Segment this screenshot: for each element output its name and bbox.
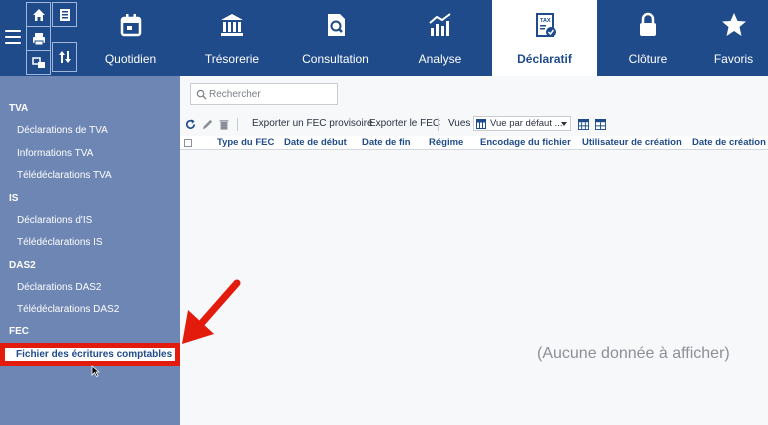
refresh-icon[interactable] <box>183 117 197 131</box>
nav-consultation[interactable]: Consultation <box>283 0 388 76</box>
toolbar: Exporter un FEC provisoire Exporter le F… <box>180 114 768 134</box>
column-encodage[interactable]: Encodage du fichier <box>480 137 571 148</box>
nav-cloture[interactable]: Clôture <box>597 0 699 76</box>
column-date-creation[interactable]: Date de création <box>692 137 766 148</box>
sidebar-item-label: Fichier des écritures comptables <box>16 349 173 360</box>
annotation-arrow-icon <box>182 279 241 344</box>
delete-icon[interactable] <box>217 117 231 131</box>
grid-header: Type du FEC Date de début Date de fin Ré… <box>180 136 768 150</box>
search-input[interactable] <box>209 88 334 100</box>
star-icon <box>720 10 748 40</box>
save-view-icon[interactable] <box>576 117 590 131</box>
sidebar-item-teledeclarations-tva[interactable]: Télédéclarations TVA <box>17 170 112 181</box>
main-nav: Quotidien Trésorerie Consultation Analys… <box>80 0 768 76</box>
toolbar-divider <box>237 118 238 131</box>
export-fec-button[interactable]: Exporter le FEC <box>369 118 440 129</box>
nav-label: Analyse <box>418 52 462 66</box>
edit-icon[interactable] <box>200 117 214 131</box>
nav-tresorerie[interactable]: Trésorerie <box>181 0 283 76</box>
export-provisional-fec-button[interactable]: Exporter un FEC provisoire <box>252 118 373 129</box>
menu-icon[interactable] <box>2 26 24 48</box>
column-date-debut[interactable]: Date de début <box>284 137 347 148</box>
sidebar-section-title: IS <box>9 193 19 204</box>
sidebar: TVA Déclarations de TVA Informations TVA… <box>0 76 180 425</box>
home-icon[interactable] <box>26 2 51 27</box>
app-window: Quotidien Trésorerie Consultation Analys… <box>0 0 768 425</box>
column-type-fec[interactable]: Type du FEC <box>217 137 274 148</box>
nav-label: Déclaratif <box>517 52 572 66</box>
quick-tools <box>0 0 80 76</box>
tax-document-icon: TAX <box>531 10 559 40</box>
toolbar-divider <box>438 118 439 131</box>
manage-views-icon[interactable] <box>593 117 607 131</box>
chart-icon <box>426 10 454 40</box>
lock-icon <box>634 10 662 40</box>
bank-icon <box>218 10 246 40</box>
nav-label: Trésorerie <box>204 52 260 66</box>
sidebar-item-teledeclarations-das2[interactable]: Télédéclarations DAS2 <box>17 304 119 315</box>
search-icon <box>196 89 207 100</box>
mouse-cursor-icon <box>91 365 100 377</box>
nav-declaratif[interactable]: TAX Déclaratif <box>492 0 597 76</box>
sidebar-item-declarations-is[interactable]: Déclarations d'IS <box>17 215 92 226</box>
nav-label: Favoris <box>713 52 754 66</box>
empty-state-message: (Aucune donnée à afficher) <box>537 345 730 362</box>
views-selected-value: Vue par défaut ... <box>490 118 563 129</box>
column-utilisateur[interactable]: Utilisateur de création <box>582 137 682 148</box>
svg-text:TAX: TAX <box>540 18 551 24</box>
grid-view-icon <box>476 118 486 129</box>
sidebar-item-declarations-das2[interactable]: Déclarations DAS2 <box>17 282 101 293</box>
nav-label: Quotidien <box>104 52 157 66</box>
search-box <box>190 83 338 105</box>
sidebar-section-title: FEC <box>9 326 29 337</box>
nav-label: Clôture <box>628 52 668 66</box>
calendar-icon <box>117 10 145 40</box>
nav-favoris[interactable]: Favoris <box>699 0 768 76</box>
nav-analyse[interactable]: Analyse <box>388 0 492 76</box>
top-bar: Quotidien Trésorerie Consultation Analys… <box>0 0 768 76</box>
column-date-fin[interactable]: Date de fin <box>362 137 411 148</box>
switch-company-icon[interactable] <box>26 50 51 75</box>
column-regime[interactable]: Régime <box>429 137 463 148</box>
document-search-icon <box>322 10 350 40</box>
views-label: Vues <box>448 118 471 129</box>
sidebar-item-teledeclarations-is[interactable]: Télédéclarations IS <box>17 237 103 248</box>
nav-label: Consultation <box>302 52 369 66</box>
sidebar-item-fec[interactable]: Fichier des écritures comptables <box>0 343 180 366</box>
nav-quotidien[interactable]: Quotidien <box>80 0 181 76</box>
sidebar-section-title: TVA <box>9 103 29 114</box>
main-panel: Exporter un FEC provisoire Exporter le F… <box>180 76 768 425</box>
sidebar-section-title: DAS2 <box>9 260 36 271</box>
select-all-checkbox[interactable] <box>184 139 192 147</box>
chevron-down-icon <box>561 122 567 126</box>
sort-arrows-icon[interactable] <box>52 42 77 72</box>
views-dropdown[interactable]: Vue par défaut ... <box>473 116 571 131</box>
ledger-icon[interactable] <box>52 2 77 27</box>
print-icon[interactable] <box>26 26 51 51</box>
sidebar-item-declarations-tva[interactable]: Déclarations de TVA <box>17 125 108 136</box>
sidebar-item-informations-tva[interactable]: Informations TVA <box>17 148 93 159</box>
